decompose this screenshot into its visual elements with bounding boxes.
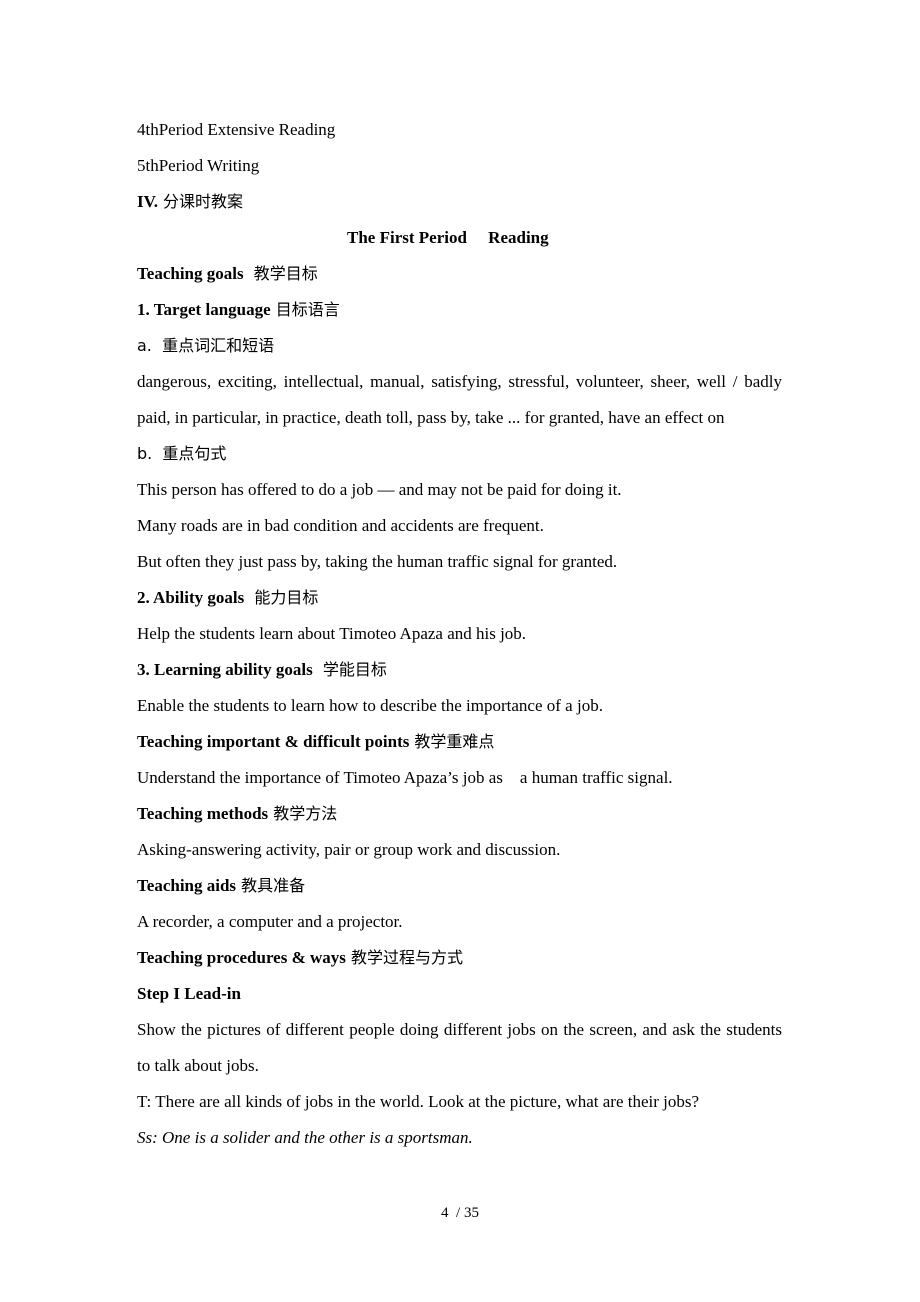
heading-cn: 教具准备 — [236, 876, 306, 895]
body-paragraph: Show the pictures of different people do… — [137, 1020, 787, 1075]
section-heading: Teaching aids 教具准备 — [137, 868, 782, 904]
heading-en: Teaching aids — [137, 876, 237, 895]
body-line: Understand the importance of Timoteo Apa… — [137, 768, 673, 787]
heading-cn: 教学重难点 — [409, 732, 495, 751]
page-footer: 4 / 35 — [441, 1205, 479, 1221]
sub-heading-cn: b. 重点句式 — [137, 444, 227, 463]
heading-cn: 分课时教案 — [157, 192, 244, 211]
section-heading: Teaching methods 教学方法 — [137, 796, 782, 832]
body-line: Enable the students to learn how to desc… — [137, 696, 603, 715]
body-line: A recorder, a computer and a projector. — [137, 912, 403, 931]
heading-en: Teaching goals — [137, 264, 244, 283]
heading-en: Teaching procedures & ways — [137, 948, 346, 967]
body-line: Asking-answering activity, pair or group… — [137, 840, 561, 859]
document-page: 4thPeriod Extensive Reading 5thPeriod Wri… — [0, 0, 920, 1302]
section-heading: IV. 分课时教案 — [137, 184, 782, 220]
body-line: Many roads are in bad condition and acci… — [137, 516, 544, 535]
body-paragraph: dangerous, exciting, intellectual, manua… — [137, 372, 787, 427]
heading-en: Teaching methods — [137, 804, 269, 823]
section-heading: 1. Target language 目标语言 — [137, 292, 782, 328]
heading-cn: 能力目标 — [244, 588, 319, 607]
body-line: But often they just pass by, taking the … — [137, 552, 618, 571]
section-heading: Teaching important & difficult points 教学… — [137, 724, 782, 760]
heading-en: Teaching important & difficult points — [137, 732, 410, 751]
body-line: 5thPeriod Writing — [137, 156, 260, 175]
heading-cn: 教学过程与方式 — [345, 948, 463, 967]
sub-heading-cn: a. 重点词汇和短语 — [137, 336, 275, 355]
heading-cn: 教学方法 — [268, 804, 338, 823]
body-line: This person has offered to do a job — an… — [137, 480, 622, 499]
dialogue-line-students: Ss: One is a solider and the other is a … — [137, 1128, 473, 1147]
section-heading: Teaching procedures & ways 教学过程与方式 — [137, 940, 782, 976]
section-heading: Teaching goals 教学目标 — [137, 256, 782, 292]
heading-cn: 教学目标 — [243, 264, 318, 283]
heading-en: IV. — [137, 192, 158, 211]
heading-en: 3. Learning ability goals — [137, 660, 313, 679]
document-body: 4thPeriod Extensive Reading 5thPeriod Wri… — [137, 112, 782, 1156]
heading-en: 2. Ability goals — [137, 588, 245, 607]
body-line: 4thPeriod Extensive Reading — [137, 120, 336, 139]
heading-en: 1. Target language — [137, 300, 271, 319]
body-line: T: There are all kinds of jobs in the wo… — [137, 1092, 700, 1111]
body-line: Help the students learn about Timoteo Ap… — [137, 624, 527, 643]
heading-cn: 学能目标 — [312, 660, 387, 679]
section-heading: 2. Ability goals 能力目标 — [137, 580, 782, 616]
heading-cn: 目标语言 — [270, 300, 340, 319]
section-heading: 3. Learning ability goals 学能目标 — [137, 652, 782, 688]
period-title: The First Period Reading — [347, 228, 549, 247]
step-heading: Step I Lead-in — [137, 984, 241, 1003]
